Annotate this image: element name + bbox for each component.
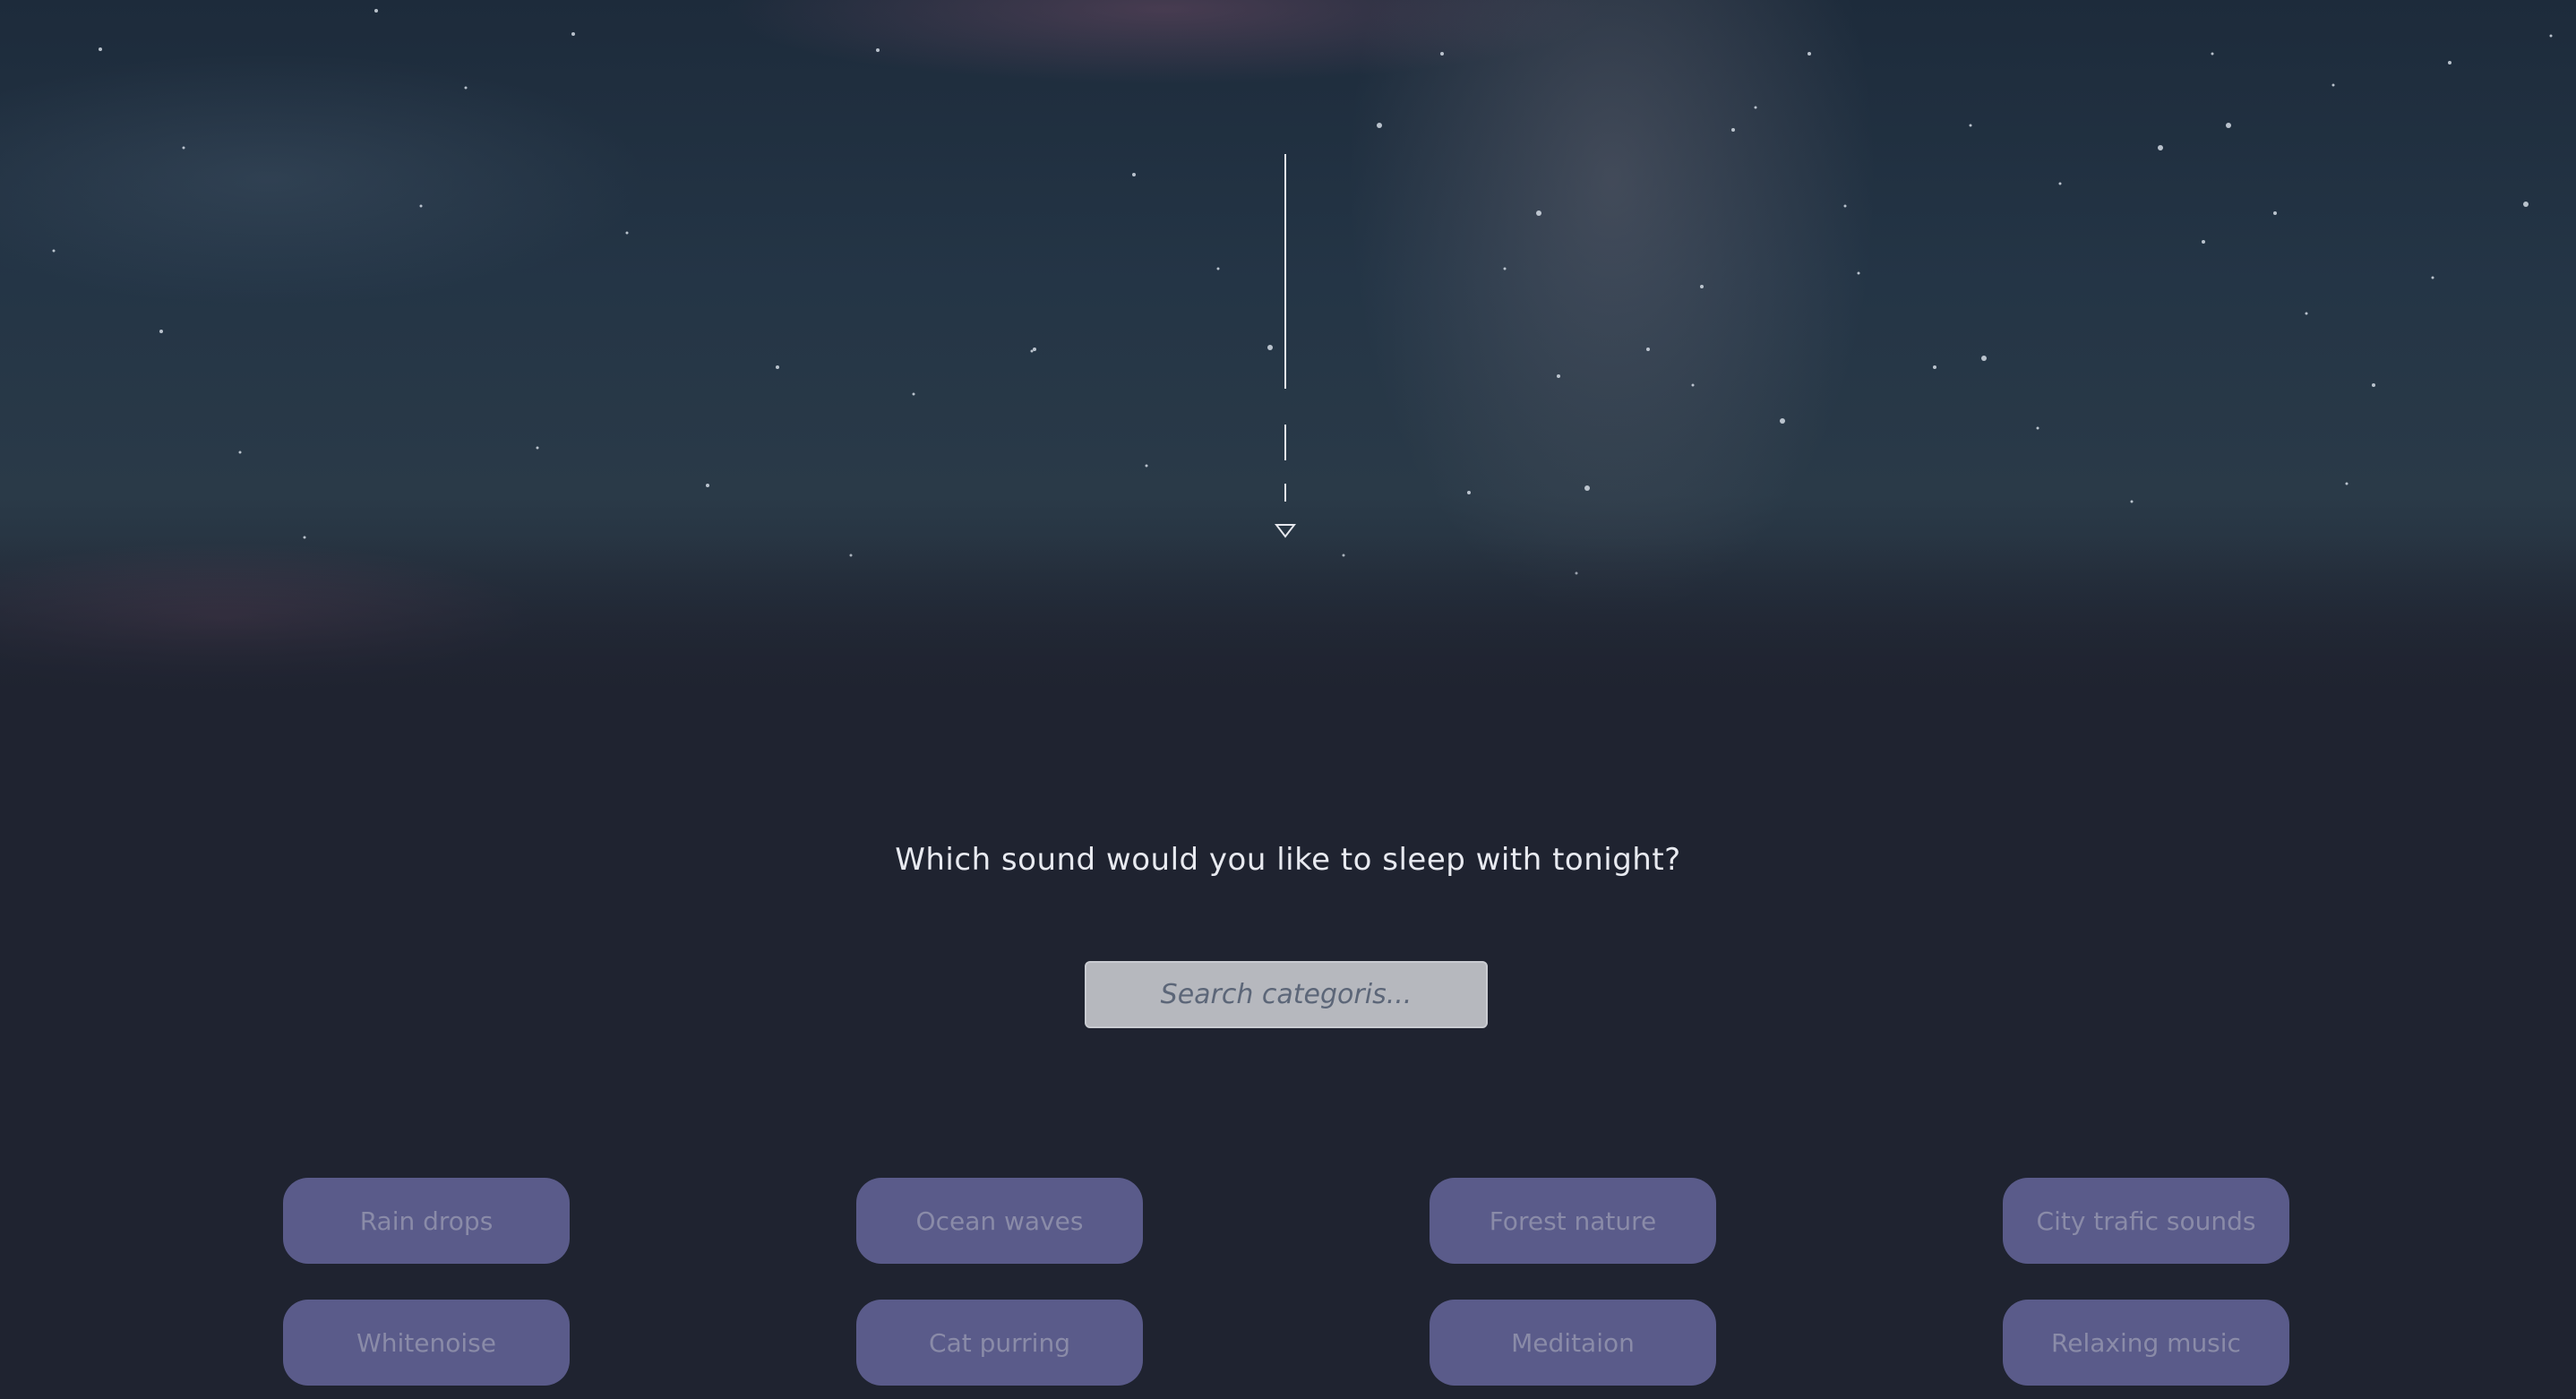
category-button-rain-drops[interactable]: Rain drops — [283, 1178, 570, 1264]
night-sky-hero — [0, 0, 2576, 708]
scroll-line-short — [1284, 484, 1286, 502]
scroll-line-long — [1284, 154, 1286, 389]
chevron-down-icon — [1275, 524, 1296, 538]
scroll-line-mid — [1284, 425, 1286, 460]
category-button-forest-nature[interactable]: Forest nature — [1430, 1178, 1716, 1264]
category-button-city-trafic-sounds[interactable]: City trafic sounds — [2003, 1178, 2289, 1264]
page: Which sound would you like to sleep with… — [0, 0, 2576, 1399]
category-button-meditaion[interactable]: Meditaion — [1430, 1300, 1716, 1386]
page-question: Which sound would you like to sleep with… — [895, 842, 1681, 878]
hero-fade-overlay — [0, 537, 2576, 708]
category-button-cat-purring[interactable]: Cat purring — [856, 1300, 1143, 1386]
category-button-relaxing-music[interactable]: Relaxing music — [2003, 1300, 2289, 1386]
search-input[interactable] — [1085, 961, 1488, 1028]
scroll-down-indicator[interactable] — [1272, 154, 1299, 548]
category-button-ocean-waves[interactable]: Ocean waves — [856, 1178, 1143, 1264]
category-button-whitenoise[interactable]: Whitenoise — [283, 1300, 570, 1386]
